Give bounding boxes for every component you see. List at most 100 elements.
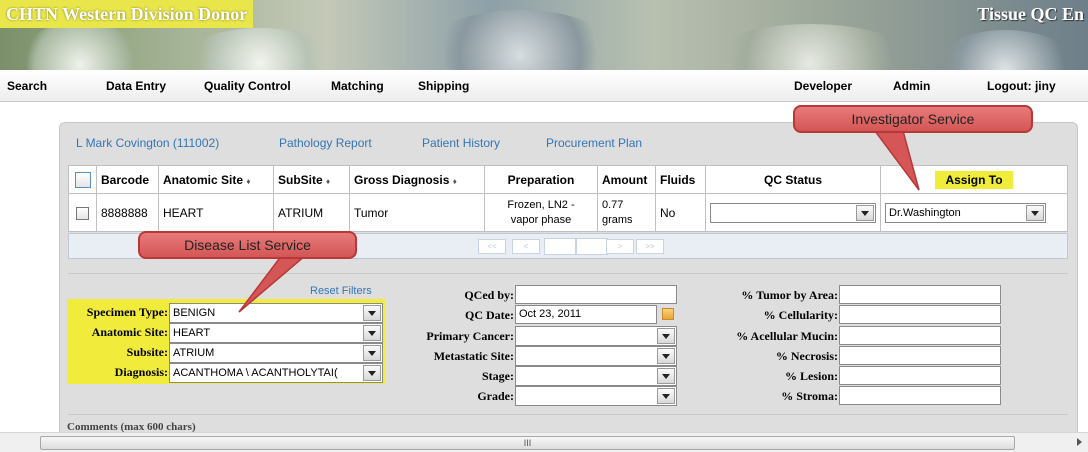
banner-glassware-image — [420, 10, 620, 70]
specimen-table: Barcode Anatomic Site ♦ SubSite ♦ Gross … — [68, 165, 1068, 232]
qced-by-input[interactable] — [515, 285, 677, 304]
stroma-label: % Stroma: — [781, 389, 838, 403]
select-all-checkbox[interactable] — [74, 171, 91, 188]
lesion-input[interactable] — [839, 366, 1001, 385]
scroll-right-arrow-icon[interactable] — [1077, 438, 1082, 446]
qc-date-input[interactable]: Oct 23, 2011 — [515, 305, 657, 324]
chevron-down-icon[interactable] — [363, 305, 381, 321]
cellularity-label: % Cellularity: — [763, 308, 838, 322]
cell-assign-to: Dr.Washington — [880, 193, 1068, 232]
cellularity-input[interactable] — [839, 305, 1001, 324]
subsite-select[interactable]: ATRIUM — [169, 343, 383, 363]
stroma-input[interactable] — [839, 386, 1001, 405]
grade-label: Grade: — [477, 389, 514, 403]
nav-quality-control[interactable]: Quality Control — [204, 79, 291, 93]
metastatic-site-label: Metastatic Site: — [433, 349, 514, 363]
specimen-type-select[interactable]: BENIGN — [169, 303, 383, 323]
nav-data-entry[interactable]: Data Entry — [106, 79, 166, 93]
primary-cancer-select[interactable] — [515, 326, 677, 346]
amount-value: 0.77 — [602, 198, 624, 211]
procurement-plan-link[interactable]: Procurement Plan — [546, 136, 642, 150]
preparation-line: vapor phase — [510, 213, 572, 226]
scrollbar-thumb[interactable]: III — [40, 436, 1015, 450]
pager-first-button[interactable]: << — [478, 239, 506, 254]
diagnosis-value: ACANTHOMA \ ACANTHOLYTAI( — [173, 367, 338, 379]
anatomic-site-label: Anatomic Site: — [91, 325, 168, 339]
col-fluids[interactable]: Fluids — [655, 165, 706, 194]
col-assign-to[interactable]: Assign To — [880, 165, 1068, 194]
sort-icon: ♦ — [452, 176, 457, 186]
col-qc-status[interactable]: QC Status — [705, 165, 881, 194]
necrosis-input[interactable] — [839, 346, 1001, 365]
subsite-value: ATRIUM — [173, 347, 215, 359]
sort-icon: ♦ — [246, 176, 251, 186]
anatomic-site-value: HEART — [173, 327, 211, 339]
nav-developer[interactable]: Developer — [794, 79, 852, 93]
nav-shipping[interactable]: Shipping — [418, 79, 469, 93]
qc-panel: L Mark Covington (111002) Pathology Repo… — [59, 122, 1078, 440]
page-number-input[interactable] — [544, 238, 576, 255]
specimen-type-label: Specimen Type: — [86, 305, 168, 319]
pager-prev-button[interactable]: < — [512, 239, 540, 254]
col-amount[interactable]: Amount — [597, 165, 656, 194]
qced-by-label: QCed by: — [464, 288, 514, 302]
logout-link[interactable]: Logout: jiny — [987, 79, 1056, 93]
col-anatomic-site-label: Anatomic Site — [163, 172, 244, 187]
acellular-mucin-input[interactable] — [839, 326, 1001, 345]
horizontal-scrollbar[interactable]: III — [0, 432, 1088, 452]
chevron-down-icon[interactable] — [657, 348, 675, 364]
metastatic-site-select[interactable] — [515, 346, 677, 366]
nav-matching[interactable]: Matching — [331, 79, 384, 93]
tumor-by-area-input[interactable] — [839, 285, 1001, 304]
pathology-report-link[interactable]: Pathology Report — [279, 136, 372, 150]
col-preparation[interactable]: Preparation — [484, 165, 598, 194]
banner-glassware-image — [180, 28, 340, 70]
preparation-line: Frozen, LN2 - — [507, 198, 575, 211]
col-subsite[interactable]: SubSite ♦ — [273, 165, 350, 194]
cell-anatomic-site: HEART — [158, 193, 274, 232]
col-barcode[interactable]: Barcode — [96, 165, 159, 194]
col-gross-diagnosis[interactable]: Gross Diagnosis ♦ — [349, 165, 485, 194]
nav-admin[interactable]: Admin — [893, 79, 930, 93]
col-assign-to-label: Assign To — [935, 170, 1013, 189]
chevron-down-icon[interactable] — [363, 345, 381, 361]
subsite-label: Subsite: — [126, 345, 168, 359]
sort-icon: ♦ — [326, 176, 331, 186]
stage-label: Stage: — [482, 369, 514, 383]
donor-link[interactable]: L Mark Covington (111002) — [76, 136, 219, 150]
banner-glassware-image — [700, 24, 920, 70]
banner-glassware-image — [930, 30, 1080, 70]
reset-filters-link[interactable]: Reset Filters — [310, 285, 372, 297]
diagnosis-select[interactable]: ACANTHOMA \ ACANTHOLYTAI( — [169, 363, 383, 383]
chevron-down-icon[interactable] — [363, 325, 381, 341]
page-count-box — [576, 238, 608, 255]
chevron-down-icon[interactable] — [657, 328, 675, 344]
chevron-down-icon[interactable] — [1026, 204, 1044, 221]
assign-to-select[interactable]: Dr.Washington — [885, 202, 1046, 223]
pager-last-button[interactable]: >> — [636, 239, 664, 254]
grade-select[interactable] — [515, 386, 677, 406]
stage-select[interactable] — [515, 366, 677, 386]
chevron-down-icon[interactable] — [856, 204, 874, 221]
qc-status-select[interactable] — [710, 202, 876, 223]
patient-history-link[interactable]: Patient History — [422, 136, 500, 150]
calendar-icon[interactable] — [662, 308, 674, 320]
nav-search[interactable]: Search — [7, 79, 47, 93]
acellular-mucin-label: % Acellular Mucin: — [736, 329, 838, 343]
cell-subsite: ATRIUM — [273, 193, 350, 232]
chevron-down-icon[interactable] — [363, 365, 381, 381]
table-row[interactable]: 8888888 HEART ATRIUM Tumor Frozen, LN2 -… — [68, 193, 1068, 232]
anatomic-site-select[interactable]: HEART — [169, 323, 383, 343]
row-checkbox[interactable] — [76, 206, 89, 220]
assign-to-value: Dr.Washington — [889, 206, 961, 219]
chevron-down-icon[interactable] — [657, 388, 675, 404]
qc-date-label: QC Date: — [465, 308, 514, 322]
app-title: CHTN Western Division Donor — [0, 0, 254, 28]
chevron-down-icon[interactable] — [657, 368, 675, 384]
col-anatomic-site[interactable]: Anatomic Site ♦ — [158, 165, 274, 194]
table-header-row: Barcode Anatomic Site ♦ SubSite ♦ Gross … — [68, 165, 1068, 194]
cell-qc-status — [705, 193, 881, 232]
pager-next-button[interactable]: > — [606, 239, 634, 254]
divider — [68, 414, 1068, 415]
select-all-cell — [68, 165, 97, 194]
